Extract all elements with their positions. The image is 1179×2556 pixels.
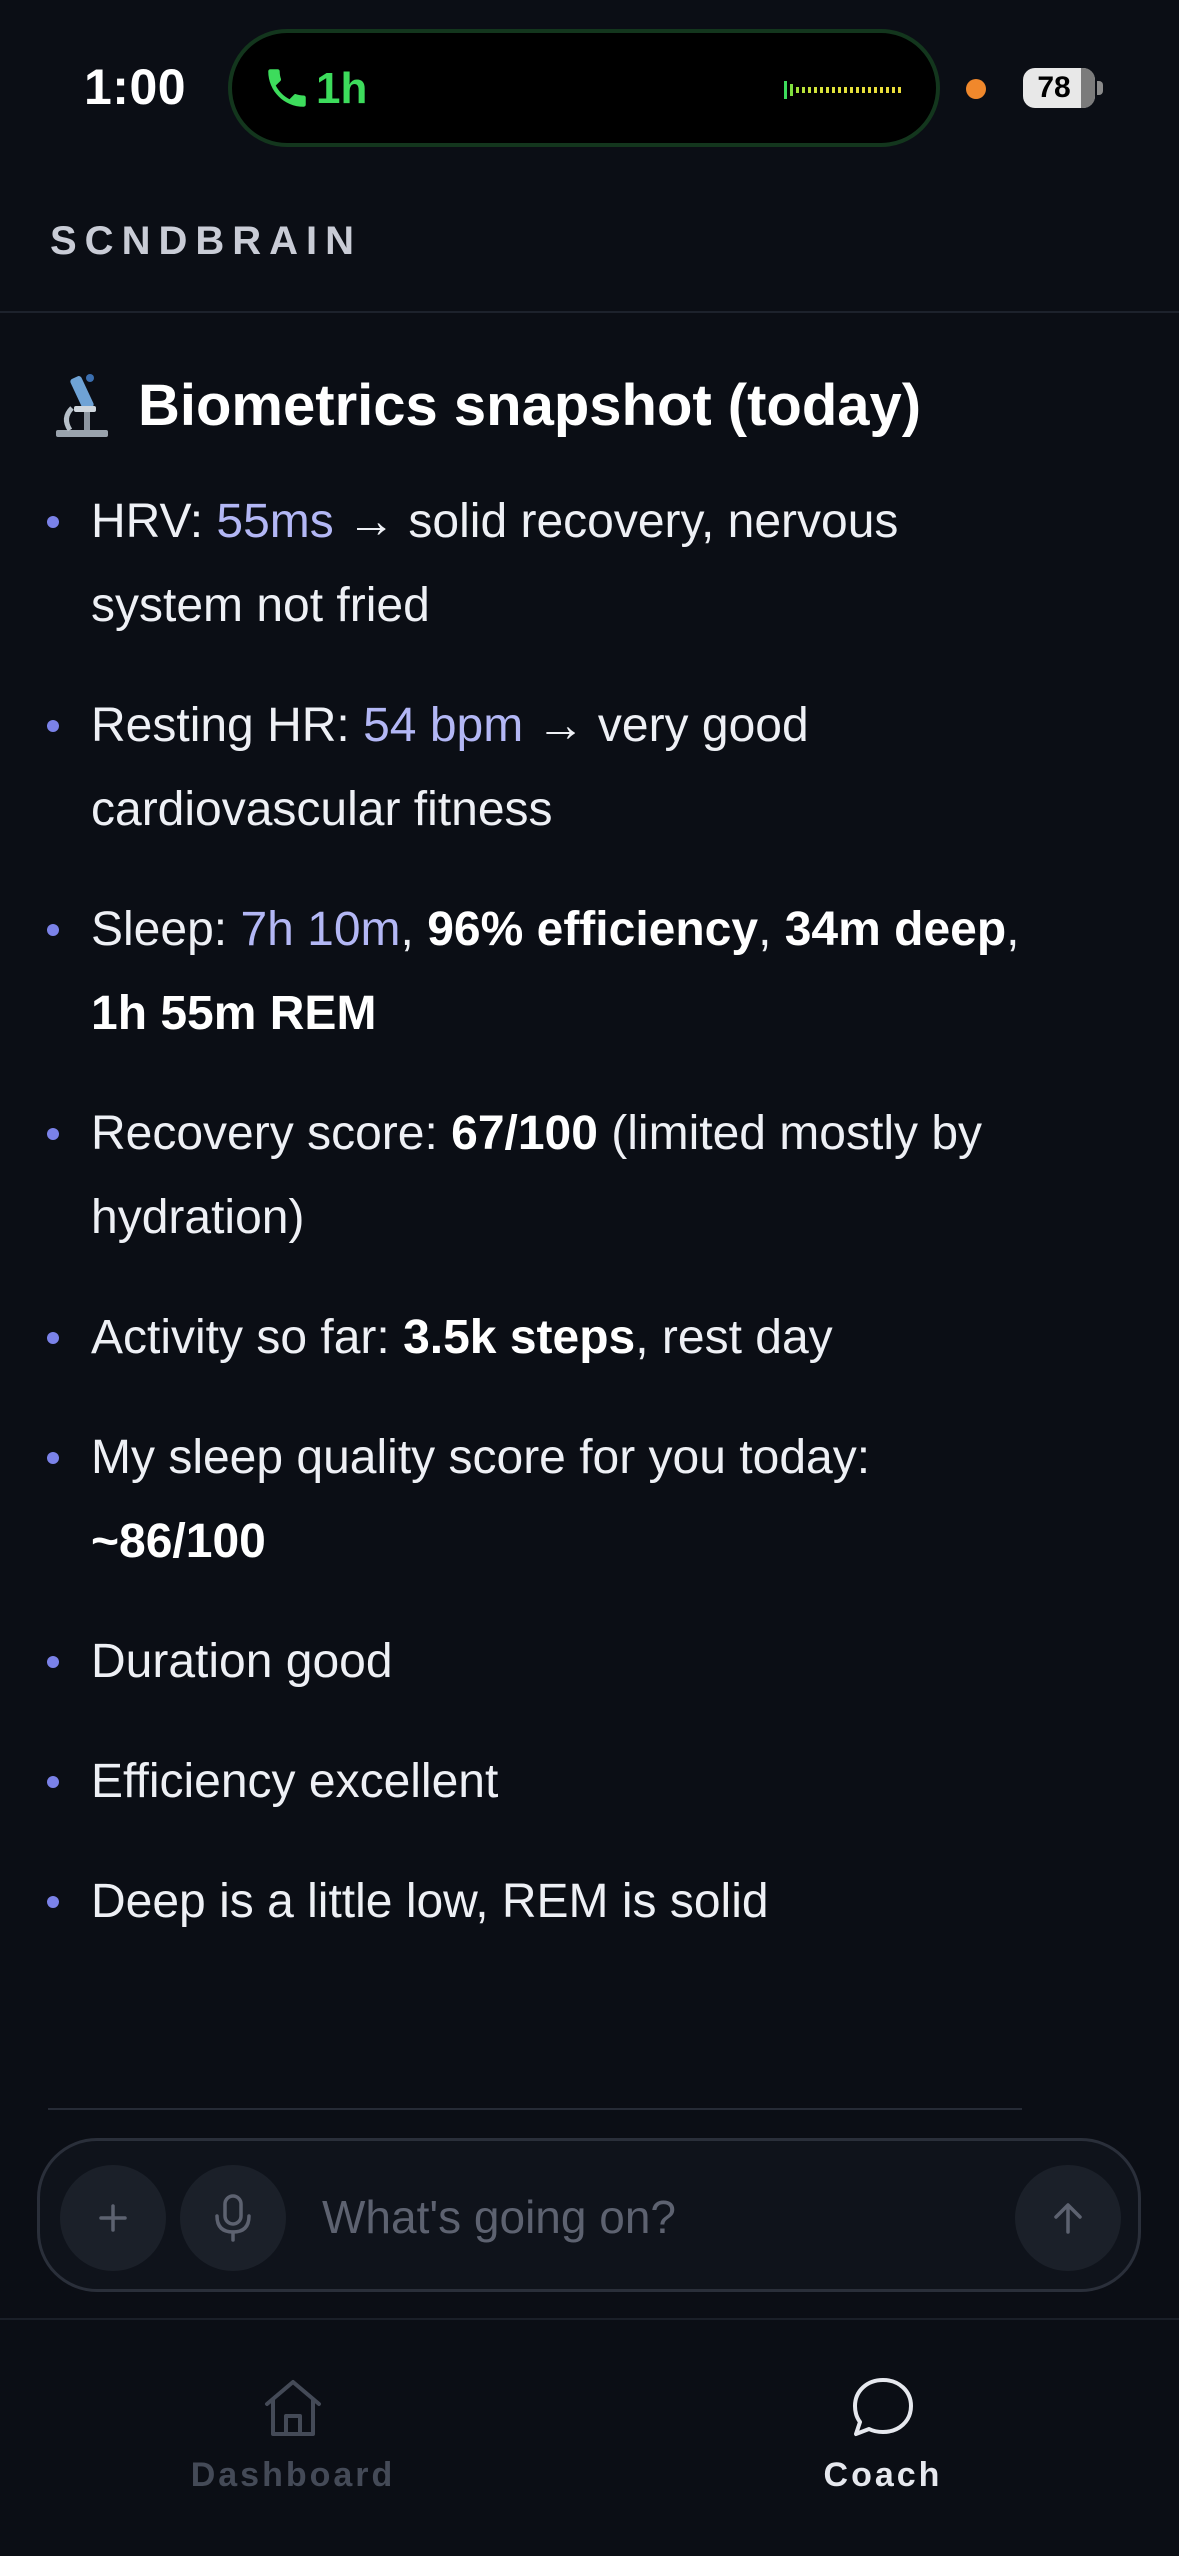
attach-button[interactable] — [60, 2165, 166, 2271]
text-segment: Duration good — [91, 1635, 393, 1688]
bullet-dot — [47, 924, 59, 936]
bold-value: 1h 55m REM — [91, 987, 377, 1040]
plus-icon — [99, 2204, 127, 2232]
text-segment: , — [758, 903, 785, 956]
bullet-dot — [47, 516, 59, 528]
tab-dashboard-label: Dashboard — [190, 2456, 396, 2494]
bullet-dot — [47, 1656, 59, 1668]
chat-bubble-icon — [853, 2378, 913, 2436]
divider — [48, 2108, 1022, 2110]
bullet-text: HRV: 55ms → solid recovery, nervous syst… — [91, 480, 1021, 648]
bold-value: ~86/100 — [91, 1515, 266, 1568]
highlight-value: 54 bpm — [363, 699, 524, 752]
text-segment: Deep is a little low, REM is solid — [91, 1875, 769, 1928]
tab-coach[interactable]: Coach — [733, 2320, 1033, 2556]
bullet-dot — [47, 1452, 59, 1464]
heading-text: Biometrics snapshot (today) — [138, 372, 922, 438]
microphone-button[interactable] — [180, 2165, 286, 2271]
bullet-dot — [47, 1776, 59, 1788]
bullet-text: Recovery score: 67/100 (limited mostly b… — [91, 1092, 1021, 1260]
call-duration: 1h — [316, 64, 368, 113]
bullet-text: Duration good — [91, 1620, 1021, 1704]
bottom-tab-bar: Dashboard Coach — [0, 2318, 1179, 2556]
tab-coach-label: Coach — [823, 2456, 943, 2494]
text-segment: , — [400, 903, 428, 956]
phone-icon — [268, 69, 306, 107]
text-segment: , — [1006, 903, 1020, 956]
bullet-dot — [47, 1332, 59, 1344]
send-button[interactable] — [1015, 2165, 1121, 2271]
bold-value: 67/100 — [451, 1107, 598, 1160]
bullet-text: Deep is a little low, REM is solid — [91, 1860, 1021, 1944]
message-input[interactable] — [322, 2181, 982, 2253]
highlight-value: 55ms — [216, 495, 334, 548]
text-segment: Sleep: — [91, 903, 241, 956]
bullet-dot — [47, 720, 59, 732]
bold-value: 3.5k steps — [403, 1311, 636, 1364]
coach-screen: 1:00 1h 78 SCNDBRAIN Biometrics snapshot… — [0, 0, 1179, 2556]
bold-value: 96% efficiency — [427, 903, 759, 956]
dynamic-island-call[interactable]: 1h — [228, 29, 940, 147]
battery-icon: 78 — [1023, 68, 1095, 108]
app-name: SCNDBRAIN — [50, 219, 362, 263]
bold-value: 34m deep — [784, 903, 1007, 956]
app-header: SCNDBRAIN — [0, 175, 1179, 313]
text-segment: , rest day — [635, 1311, 833, 1364]
microscope-icon — [56, 374, 108, 437]
bullet-dot — [47, 1128, 59, 1140]
text-segment: Efficiency excellent — [91, 1755, 499, 1808]
status-bar: 1:00 1h 78 — [0, 0, 1179, 175]
battery-level: 78 — [1037, 71, 1071, 104]
bullet-text: Sleep: 7h 10m, 96% efficiency, 34m deep,… — [91, 888, 1021, 1056]
bullet-text: My sleep quality score for you today: ~8… — [91, 1416, 1021, 1584]
status-time: 1:00 — [84, 59, 187, 115]
text-segment: Activity so far: — [91, 1311, 404, 1364]
text-segment: Resting HR: — [91, 699, 364, 752]
message-composer — [37, 2138, 1141, 2292]
text-segment: My sleep quality score for you today: — [91, 1431, 871, 1484]
bullet-text: Efficiency excellent — [91, 1740, 1021, 1824]
text-segment: HRV: — [91, 495, 217, 548]
message-heading: Biometrics snapshot (today) — [50, 360, 921, 450]
text-segment: Recovery score: — [91, 1107, 452, 1160]
home-icon — [265, 2380, 321, 2436]
bullet-text: Activity so far: 3.5k steps, rest day — [91, 1296, 1021, 1380]
audio-waveform-icon — [784, 81, 901, 99]
bullet-text: Resting HR: 54 bpm → very good cardiovas… — [91, 684, 1021, 852]
microphone-icon — [215, 2194, 251, 2242]
tab-dashboard[interactable]: Dashboard — [143, 2320, 443, 2556]
highlight-value: 7h 10m — [240, 903, 401, 956]
bullet-dot — [47, 1896, 59, 1908]
privacy-indicator-dot — [966, 79, 986, 99]
arrow-up-icon — [1054, 2203, 1082, 2234]
